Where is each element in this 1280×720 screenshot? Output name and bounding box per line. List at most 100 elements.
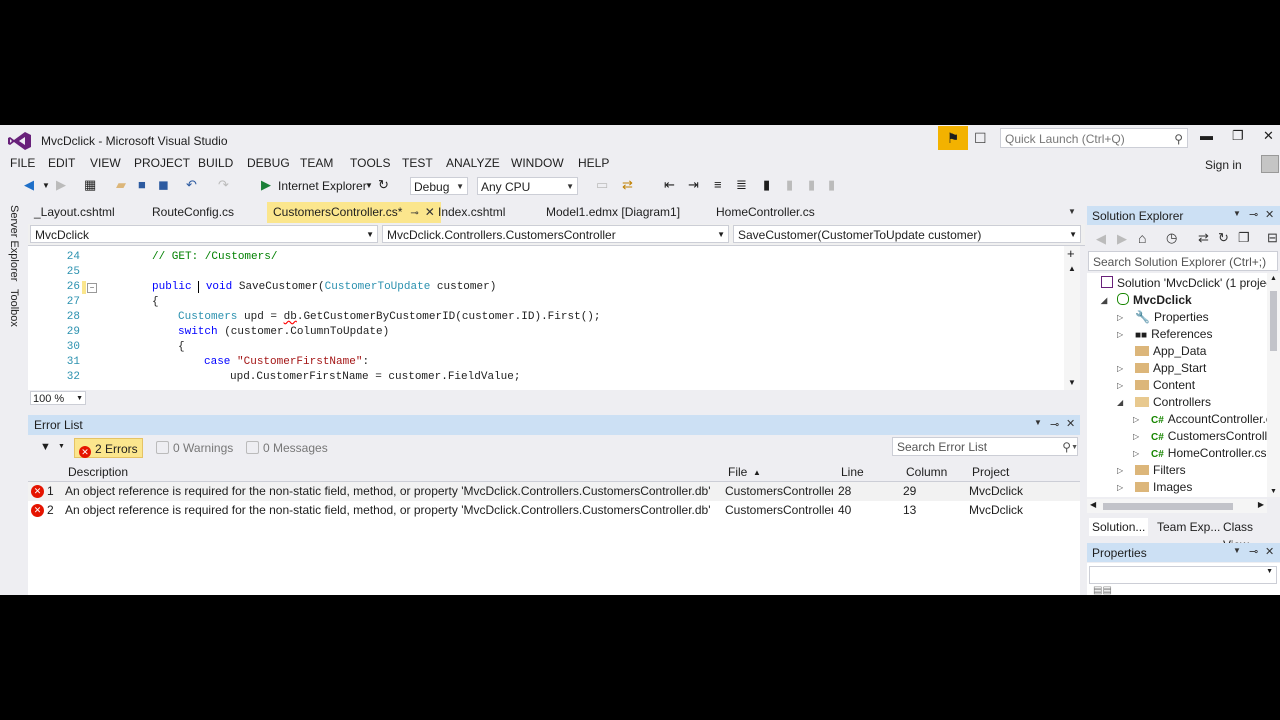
new-project-icon[interactable]: ▦ [84, 177, 96, 193]
window-position-icon[interactable]: ▼ [1233, 546, 1241, 555]
scroll-down-icon[interactable]: ▼ [1068, 378, 1076, 387]
account-avatar-icon[interactable] [1261, 155, 1279, 173]
menu-analyze[interactable]: ANALYZE [446, 156, 500, 170]
search-options-icon[interactable]: ▼ [1071, 438, 1078, 457]
tree-solution[interactable]: Solution 'MvcDclick' (1 project) [1101, 275, 1267, 292]
menu-view[interactable]: VIEW [90, 156, 121, 170]
column-project[interactable]: Project [972, 465, 1009, 479]
menu-tools[interactable]: TOOLS [350, 156, 390, 170]
tab-layout[interactable]: _Layout.cshtml [28, 202, 121, 223]
split-icon[interactable]: + [1067, 246, 1075, 261]
back-icon[interactable]: ◀ [24, 177, 34, 193]
close-icon[interactable]: ✕ [1263, 128, 1274, 144]
error-row[interactable]: ✕ 1 An object reference is required for … [28, 482, 1080, 501]
editor-vertical-scrollbar[interactable]: + ▲ ▼ [1064, 246, 1080, 390]
uncomment-icon[interactable]: ≣ [736, 177, 747, 193]
collapse-all-icon[interactable]: ❐ [1238, 230, 1250, 246]
zoom-select[interactable]: 100 % ▼ [30, 391, 86, 405]
menu-help[interactable]: HELP [578, 156, 609, 170]
tree-item[interactable]: App_Data [1135, 343, 1206, 360]
refresh-icon[interactable]: ↻ [378, 177, 389, 193]
tab-index[interactable]: Index.cshtml [432, 202, 511, 223]
run-target-dropdown-icon[interactable]: ▼ [365, 181, 373, 190]
menu-project[interactable]: PROJECT [134, 156, 190, 170]
close-icon[interactable]: ✕ [1265, 208, 1274, 221]
filter-dropdown-icon[interactable]: ▼ [58, 443, 65, 450]
menu-file[interactable]: FILE [10, 156, 35, 170]
project-dropdown[interactable]: MvcDclick ▼ [30, 225, 378, 243]
toolbox-tab[interactable]: Toolbox [8, 289, 20, 327]
scrollbar-thumb[interactable] [1270, 291, 1277, 351]
restore-icon[interactable]: ❐ [1232, 128, 1244, 144]
tabs-overflow-icon[interactable]: ▼ [1068, 207, 1076, 216]
tab-homecontroller[interactable]: HomeController.cs [710, 202, 821, 223]
home-icon[interactable]: ⌂ [1138, 230, 1146, 246]
categorized-icon[interactable]: ▤▤ [1093, 585, 1112, 595]
menu-debug[interactable]: DEBUG [247, 156, 290, 170]
pending-changes-icon[interactable]: ◷ [1166, 230, 1177, 246]
tree-item[interactable]: ▷ C# AccountController.cs [1133, 411, 1267, 428]
properties-object-select[interactable]: ▼ [1089, 566, 1277, 584]
error-row[interactable]: ✕ 2 An object reference is required for … [28, 501, 1080, 520]
tab-class-view[interactable]: Class View [1220, 518, 1280, 552]
pin-icon[interactable]: ⊸ [1249, 545, 1258, 558]
start-debug-icon[interactable]: ▶ [261, 177, 271, 193]
tab-model1-diagram[interactable]: Model1.edmx [Diagram1] [540, 202, 686, 223]
menu-window[interactable]: WINDOW [511, 156, 564, 170]
member-dropdown[interactable]: SaveCustomer(CustomerToUpdate customer) ▼ [733, 225, 1081, 243]
error-list-search-input[interactable]: Search Error List ⚲ ▼ [892, 437, 1078, 456]
window-position-icon[interactable]: ▼ [1034, 418, 1042, 427]
properties-icon[interactable]: ⊟ [1267, 230, 1278, 246]
column-file[interactable]: File [728, 465, 747, 479]
indent-icon[interactable]: ⇥ [688, 177, 699, 193]
scroll-right-icon[interactable]: ▶ [1258, 500, 1264, 509]
column-line[interactable]: Line [841, 465, 864, 479]
tree-item[interactable]: ▷ ■■ References [1117, 326, 1212, 343]
menu-build[interactable]: BUILD [198, 156, 233, 170]
feedback-icon[interactable]: ☐ [974, 130, 987, 147]
solution-search-input[interactable]: Search Solution Explorer (Ctrl+;) [1088, 251, 1278, 271]
scroll-down-icon[interactable]: ▼ [1270, 488, 1277, 495]
errors-filter-button[interactable]: ✕ 2 Errors [74, 438, 143, 458]
save-all-icon[interactable]: ◼ [158, 177, 169, 193]
class-dropdown[interactable]: MvcDclick.Controllers.CustomersControlle… [382, 225, 729, 243]
tree-item[interactable]: ▷ Filters [1117, 462, 1186, 479]
pin-icon[interactable]: ⊸ [1050, 418, 1059, 431]
tab-customerscontroller[interactable]: CustomersController.cs* ⊸ ✕ [267, 202, 441, 223]
scrollbar-thumb[interactable] [1103, 503, 1233, 510]
menu-team[interactable]: TEAM [300, 156, 333, 170]
menu-edit[interactable]: EDIT [48, 156, 75, 170]
run-target-label[interactable]: Internet Explorer [278, 179, 367, 193]
scroll-up-icon[interactable]: ▲ [1270, 275, 1277, 282]
close-icon[interactable]: ✕ [1265, 545, 1274, 558]
tree-item[interactable]: ▷ 🔧 Properties [1117, 309, 1209, 326]
outdent-icon[interactable]: ⇤ [664, 177, 675, 193]
tree-item[interactable]: ◢ Controllers [1117, 394, 1211, 411]
tab-team-explorer[interactable]: Team Exp... [1154, 518, 1223, 536]
open-file-icon[interactable]: ▰ [116, 177, 126, 193]
code-editor[interactable]: − 24// GET: /Customers/ 25 26 public void… [28, 246, 1080, 390]
undo-icon[interactable]: ↶ [186, 177, 197, 193]
pin-icon[interactable]: ⊸ [410, 208, 418, 219]
minimize-icon[interactable]: ▬ [1200, 128, 1213, 143]
tree-project[interactable]: ◢ MvcDclick [1101, 292, 1192, 309]
filter-icon[interactable]: ▼ [40, 441, 51, 453]
pin-icon[interactable]: ⊸ [1249, 208, 1258, 221]
refresh-icon[interactable]: ↻ [1218, 230, 1229, 246]
comment-icon[interactable]: ≡ [714, 177, 722, 192]
menu-test[interactable]: TEST [402, 156, 433, 170]
close-icon[interactable]: ✕ [1066, 417, 1075, 430]
save-icon[interactable]: ■ [138, 177, 146, 192]
server-explorer-tab[interactable]: Server Explorer [8, 205, 20, 281]
tree-item[interactable]: ▷ Images [1117, 479, 1192, 496]
warnings-filter-button[interactable]: 0 Warnings [152, 438, 237, 458]
scroll-up-icon[interactable]: ▲ [1068, 264, 1076, 273]
tree-item[interactable]: ▷ C# HomeController.cs [1133, 445, 1267, 462]
back-dropdown-icon[interactable]: ▼ [42, 181, 50, 190]
tab-solution-explorer[interactable]: Solution... [1089, 518, 1149, 536]
bookmark-icon[interactable]: ▮ [763, 177, 770, 193]
quick-launch-input[interactable]: Quick Launch (Ctrl+Q) ⚲ [1000, 128, 1188, 148]
window-position-icon[interactable]: ▼ [1233, 209, 1241, 218]
solution-tree-hscrollbar[interactable]: ◀ ▶ [1087, 499, 1267, 513]
column-column[interactable]: Column [906, 465, 947, 479]
